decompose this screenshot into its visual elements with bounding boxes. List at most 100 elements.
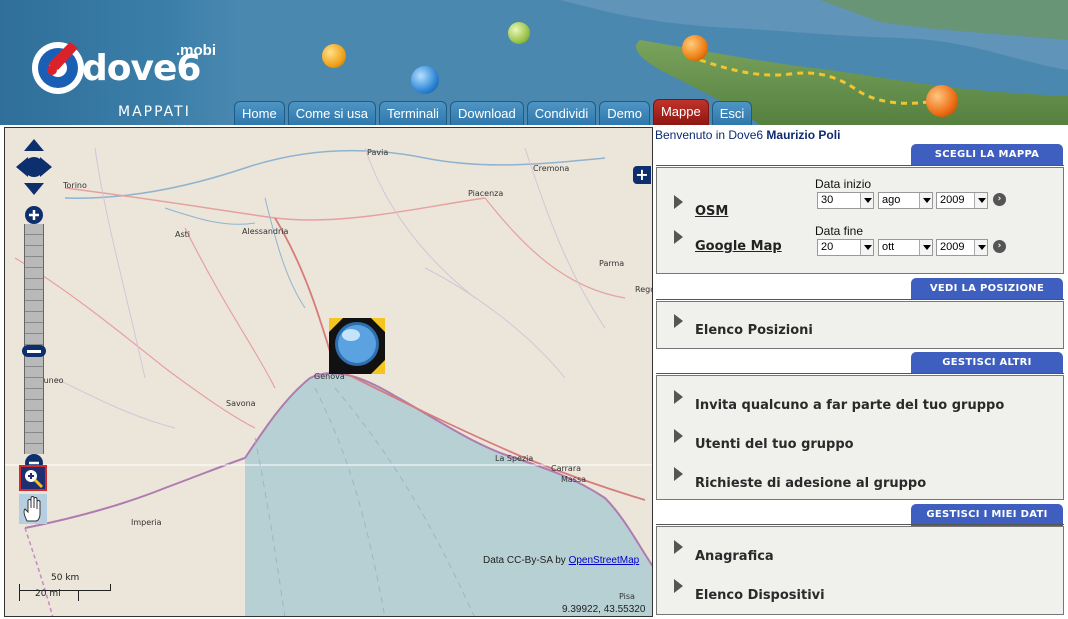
nav-tab-come-si-usa[interactable]: Come si usa <box>287 101 376 125</box>
menu-item-anagrafica[interactable]: Anagrafica <box>695 549 774 564</box>
city-label: Piacenza <box>468 189 504 198</box>
arrow-right-icon <box>674 429 683 443</box>
logo-suffix: .mobi <box>176 42 216 59</box>
orange-ball-icon <box>322 44 346 68</box>
attribution-text: Data CC-By-SA by <box>483 555 566 566</box>
arrow-right-icon <box>674 195 683 209</box>
end-month-select[interactable]: ott <box>878 239 933 256</box>
section-title-other-users: GESTISCI ALTRI UTENTI <box>911 352 1063 390</box>
nav-tab-terminali[interactable]: Terminali <box>378 101 447 125</box>
openstreetmap-link[interactable]: OpenStreetMap <box>569 555 640 566</box>
section-divider <box>656 524 1064 525</box>
nav-tab-esci[interactable]: Esci <box>711 101 753 125</box>
arrow-right-icon <box>674 579 683 593</box>
section-divider <box>656 373 1064 374</box>
city-label: Savona <box>226 399 256 408</box>
arrow-right-icon <box>674 390 683 404</box>
city-label: Parma <box>599 259 625 268</box>
arrow-right-icon <box>674 467 683 481</box>
arrow-right-icon <box>674 540 683 554</box>
chevron-down-icon <box>974 193 987 208</box>
menu-item-elenco-posizioni[interactable]: Elenco Posizioni <box>695 323 813 338</box>
nav-tab-home[interactable]: Home <box>234 101 285 125</box>
start-year-select[interactable]: 2009 <box>936 192 988 209</box>
city-label: La Spezia <box>495 454 534 463</box>
city-label: Rego <box>635 285 652 294</box>
nav-tab-demo[interactable]: Demo <box>599 101 650 125</box>
start-day-select[interactable]: 30 <box>817 192 874 209</box>
city-label: Cremona <box>533 164 570 173</box>
city-label: Imperia <box>131 518 162 527</box>
section-title-map-choice: SCEGLI LA MAPPA <box>911 144 1063 166</box>
chevron-down-icon <box>860 240 873 255</box>
end-year-value: 2009 <box>940 241 965 253</box>
zoom-box-tool-icon[interactable] <box>18 464 48 492</box>
layer-switcher-button[interactable]: + <box>633 166 651 184</box>
blue-ball-icon <box>411 66 439 94</box>
city-label: Massa <box>561 475 587 484</box>
menu-item-richieste[interactable]: Richieste di adesione al gruppo <box>695 476 926 491</box>
header-banner: dove6 .mobi MAPPATI Home Come si usa Ter… <box>0 0 1068 125</box>
start-date-label: Data inizio <box>815 177 872 191</box>
nav-tab-condividi[interactable]: Condividi <box>526 101 597 125</box>
chevron-down-icon <box>919 240 932 255</box>
user-name: Maurizio Poli <box>766 128 841 142</box>
orange-ball-icon <box>926 85 958 117</box>
end-date-go-icon[interactable]: › <box>993 240 1006 253</box>
map-choice-box: OSM Google Map Data inizio 30 ago 2009 ›… <box>656 167 1064 274</box>
main-navigation: Home Come si usa Terminali Download Cond… <box>234 99 753 125</box>
welcome-text: Benvenuto in Dove6 <box>655 128 764 142</box>
section-divider <box>656 165 1064 166</box>
menu-item-elenco-dispositivi[interactable]: Elenco Dispositivi <box>695 588 825 603</box>
menu-item-utenti-gruppo[interactable]: Utenti del tuo gruppo <box>695 437 854 452</box>
other-users-box: Invita qualcuno a far parte del tuo grup… <box>656 375 1064 500</box>
position-box: Elenco Posizioni <box>656 301 1064 349</box>
city-label: Torino <box>63 181 87 190</box>
nav-tab-download[interactable]: Download <box>449 101 524 125</box>
zoom-in-button[interactable] <box>24 206 44 224</box>
start-month-value: ago <box>882 194 901 206</box>
city-label: Asti <box>175 230 190 239</box>
my-data-box: Anagrafica Elenco Dispositivi <box>656 526 1064 615</box>
zoom-slider[interactable] <box>24 224 44 454</box>
position-marker-icon[interactable] <box>329 318 385 374</box>
scale-line: 50 km 20 mi <box>19 573 119 603</box>
map-viewport[interactable]: Pavia Cremona Torino Piacenza Asti Aless… <box>4 127 653 617</box>
zoom-slider-handle[interactable] <box>21 344 47 358</box>
scale-km-bar <box>19 584 111 591</box>
orange-ball-icon <box>682 35 708 61</box>
scale-km-label: 50 km <box>51 573 80 583</box>
pan-control[interactable] <box>14 137 54 197</box>
city-label: Carrara <box>551 464 582 473</box>
end-month-value: ott <box>882 241 895 253</box>
mouse-coordinates: 9.39922, 43.55320 <box>562 604 646 615</box>
chevron-down-icon <box>919 193 932 208</box>
start-date-go-icon[interactable]: › <box>993 193 1006 206</box>
nav-tab-mappe[interactable]: Mappe <box>652 99 709 125</box>
end-date-label: Data fine <box>815 224 864 238</box>
green-ball-icon <box>508 22 530 44</box>
city-label: Alessandria <box>242 227 289 236</box>
arrow-right-icon <box>674 314 683 328</box>
chevron-down-icon <box>974 240 987 255</box>
hand-pan-tool-icon[interactable] <box>18 493 48 525</box>
end-day-select[interactable]: 20 <box>817 239 874 256</box>
end-year-select[interactable]: 2009 <box>936 239 988 256</box>
section-divider <box>656 299 1064 300</box>
city-label: Pavia <box>367 148 389 157</box>
end-day-value: 20 <box>821 241 834 253</box>
start-year-value: 2009 <box>940 194 965 206</box>
google-map-link[interactable]: Google Map <box>695 239 782 254</box>
arrow-right-icon <box>674 230 683 244</box>
start-month-select[interactable]: ago <box>878 192 933 209</box>
menu-item-invita[interactable]: Invita qualcuno a far parte del tuo grup… <box>695 398 1004 413</box>
city-label: Pisa <box>619 592 635 601</box>
section-title-my-data: GESTISCI I MIEI DATI <box>911 504 1063 526</box>
control-panel: Benvenuto in Dove6 Maurizio Poli SCEGLI … <box>655 127 1066 617</box>
scale-mi-label: 20 mi <box>35 589 61 599</box>
welcome-message: Benvenuto in Dove6 Maurizio Poli <box>655 128 840 142</box>
start-day-value: 30 <box>821 194 834 206</box>
section-title-position: VEDI LA POSIZIONE <box>911 278 1063 300</box>
header-subtitle: MAPPATI <box>118 104 191 120</box>
osm-map-link[interactable]: OSM <box>695 204 728 219</box>
